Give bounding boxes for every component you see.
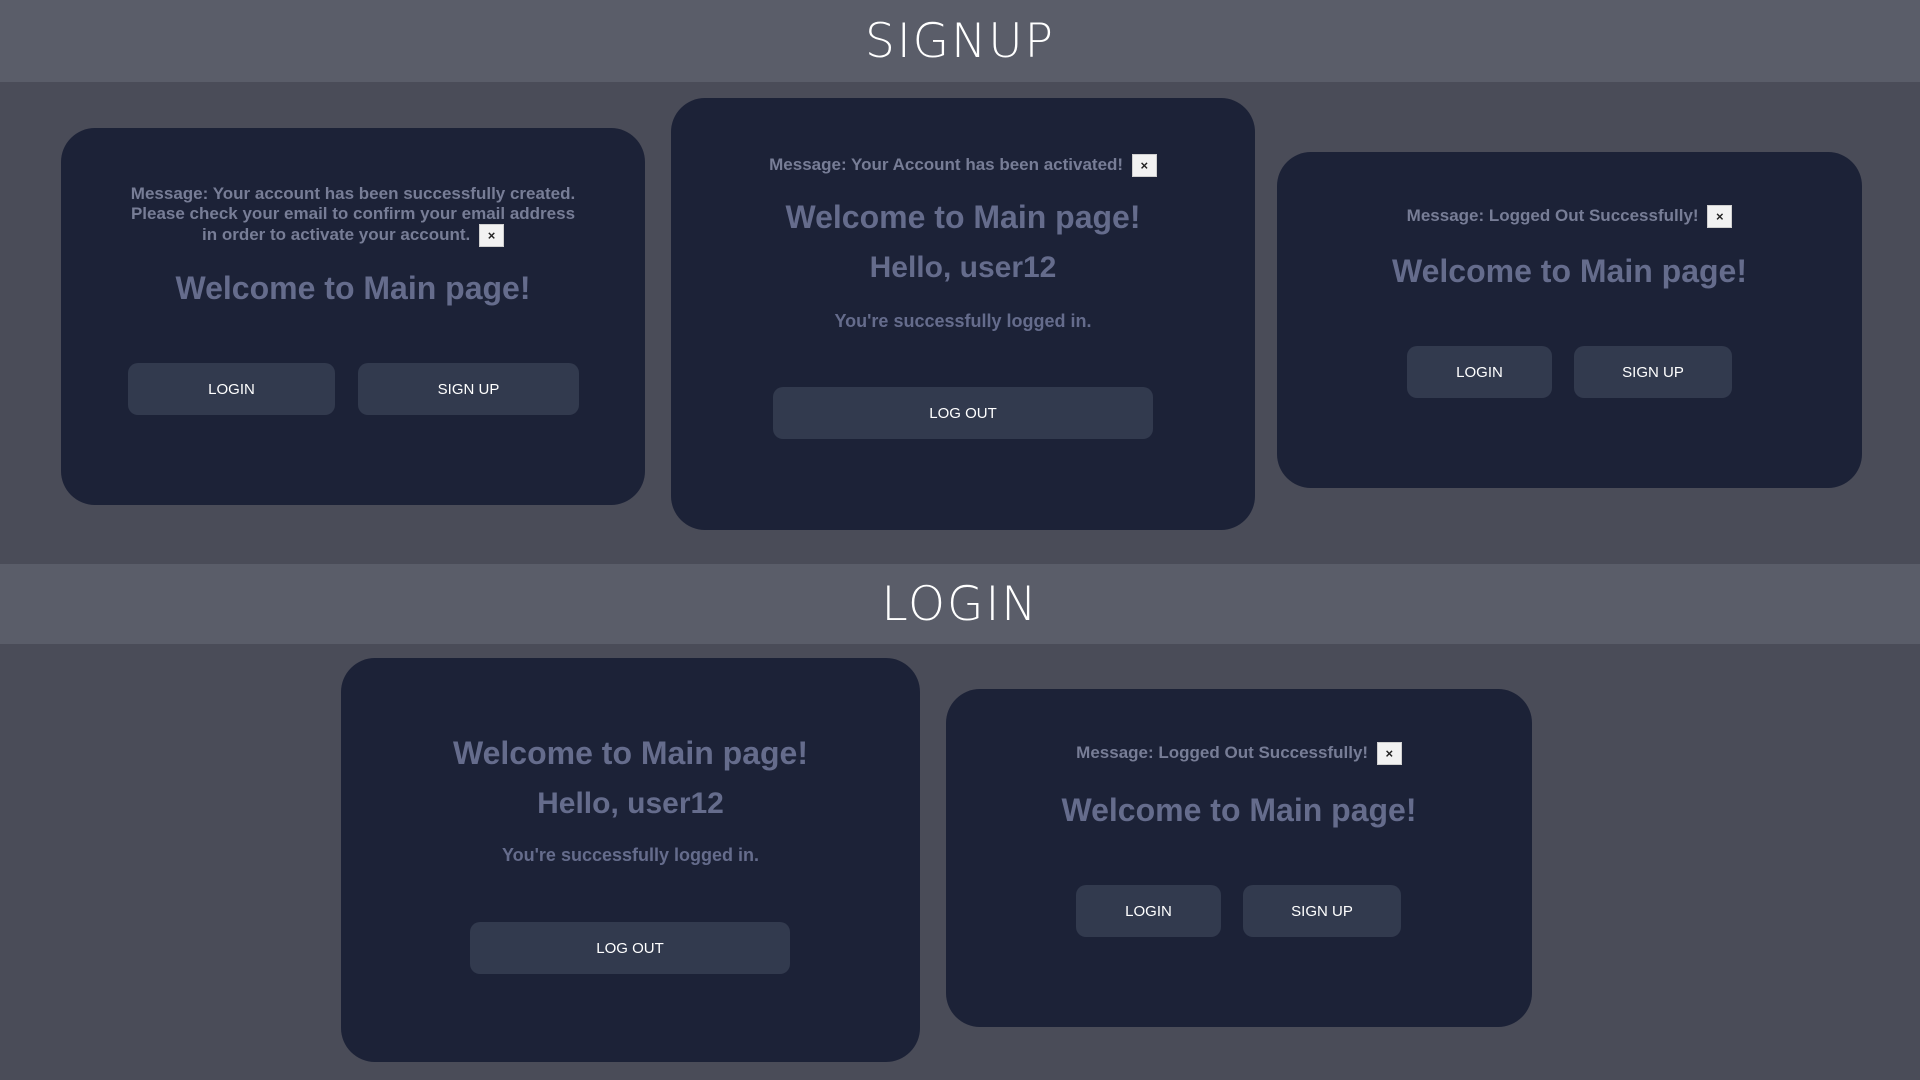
hello-user-heading: Hello, user12 bbox=[537, 787, 724, 820]
message-line-1: Message: Your account has been successfu… bbox=[130, 184, 576, 203]
card-logged-out-login: Message: Logged Out Successfully! × Welc… bbox=[946, 689, 1532, 1027]
login-button[interactable]: LOGIN bbox=[128, 363, 335, 415]
message-text: Message: Your Account has been activated… bbox=[769, 154, 1124, 174]
logout-button[interactable]: LOG OUT bbox=[773, 387, 1153, 439]
message-line-2: Please check your email to confirm your … bbox=[130, 204, 576, 223]
card-account-created: Message: Your account has been successfu… bbox=[61, 128, 645, 505]
welcome-heading: Welcome to Main page! bbox=[1391, 253, 1747, 289]
login-button[interactable]: LOGIN bbox=[1407, 346, 1552, 398]
welcome-heading: Welcome to Main page! bbox=[1061, 792, 1417, 828]
account-created-message: Message: Your account has been successfu… bbox=[61, 184, 645, 247]
account-activated-message: Message: Your Account has been activated… bbox=[671, 154, 1255, 177]
welcome-heading: Welcome to Main page! bbox=[785, 199, 1141, 235]
message-line-3: in order to activate your account. bbox=[201, 224, 471, 244]
logged-out-message: Message: Logged Out Successfully! × bbox=[946, 742, 1532, 765]
message-text: Message: Logged Out Successfully! bbox=[1076, 742, 1369, 762]
close-message-button[interactable]: × bbox=[1707, 205, 1733, 228]
logout-button[interactable]: LOG OUT bbox=[470, 922, 790, 974]
card-logged-out: Message: Logged Out Successfully! × Welc… bbox=[1277, 152, 1862, 488]
hello-user-heading: Hello, user12 bbox=[869, 251, 1057, 284]
login-button[interactable]: LOGIN bbox=[1076, 885, 1221, 937]
card-logged-in: Welcome to Main page! Hello, user12 You'… bbox=[341, 658, 920, 1062]
signup-button[interactable]: SIGN UP bbox=[1243, 885, 1401, 937]
logged-in-text: You're successfully logged in. bbox=[834, 311, 1092, 331]
signup-section-header: SIGNUP bbox=[0, 0, 1920, 82]
message-line-3-wrap: in order to activate your account. × bbox=[61, 224, 645, 247]
signup-button[interactable]: SIGN UP bbox=[1574, 346, 1732, 398]
logged-out-message: Message: Logged Out Successfully! × bbox=[1277, 205, 1862, 228]
close-message-button[interactable]: × bbox=[479, 224, 504, 247]
signup-button[interactable]: SIGN UP bbox=[358, 363, 579, 415]
logged-in-text: You're successfully logged in. bbox=[501, 845, 759, 865]
login-section-header: LOGIN bbox=[0, 564, 1920, 644]
close-message-button[interactable]: × bbox=[1376, 742, 1402, 765]
login-section-title: LOGIN bbox=[881, 576, 1039, 632]
welcome-heading: Welcome to Main page! bbox=[452, 735, 808, 771]
signup-section-title: SIGNUP bbox=[864, 13, 1056, 69]
message-text: Message: Logged Out Successfully! bbox=[1406, 205, 1699, 225]
card-account-activated: Message: Your Account has been activated… bbox=[671, 98, 1255, 530]
welcome-heading: Welcome to Main page! bbox=[175, 270, 531, 306]
close-message-button[interactable]: × bbox=[1131, 154, 1157, 177]
